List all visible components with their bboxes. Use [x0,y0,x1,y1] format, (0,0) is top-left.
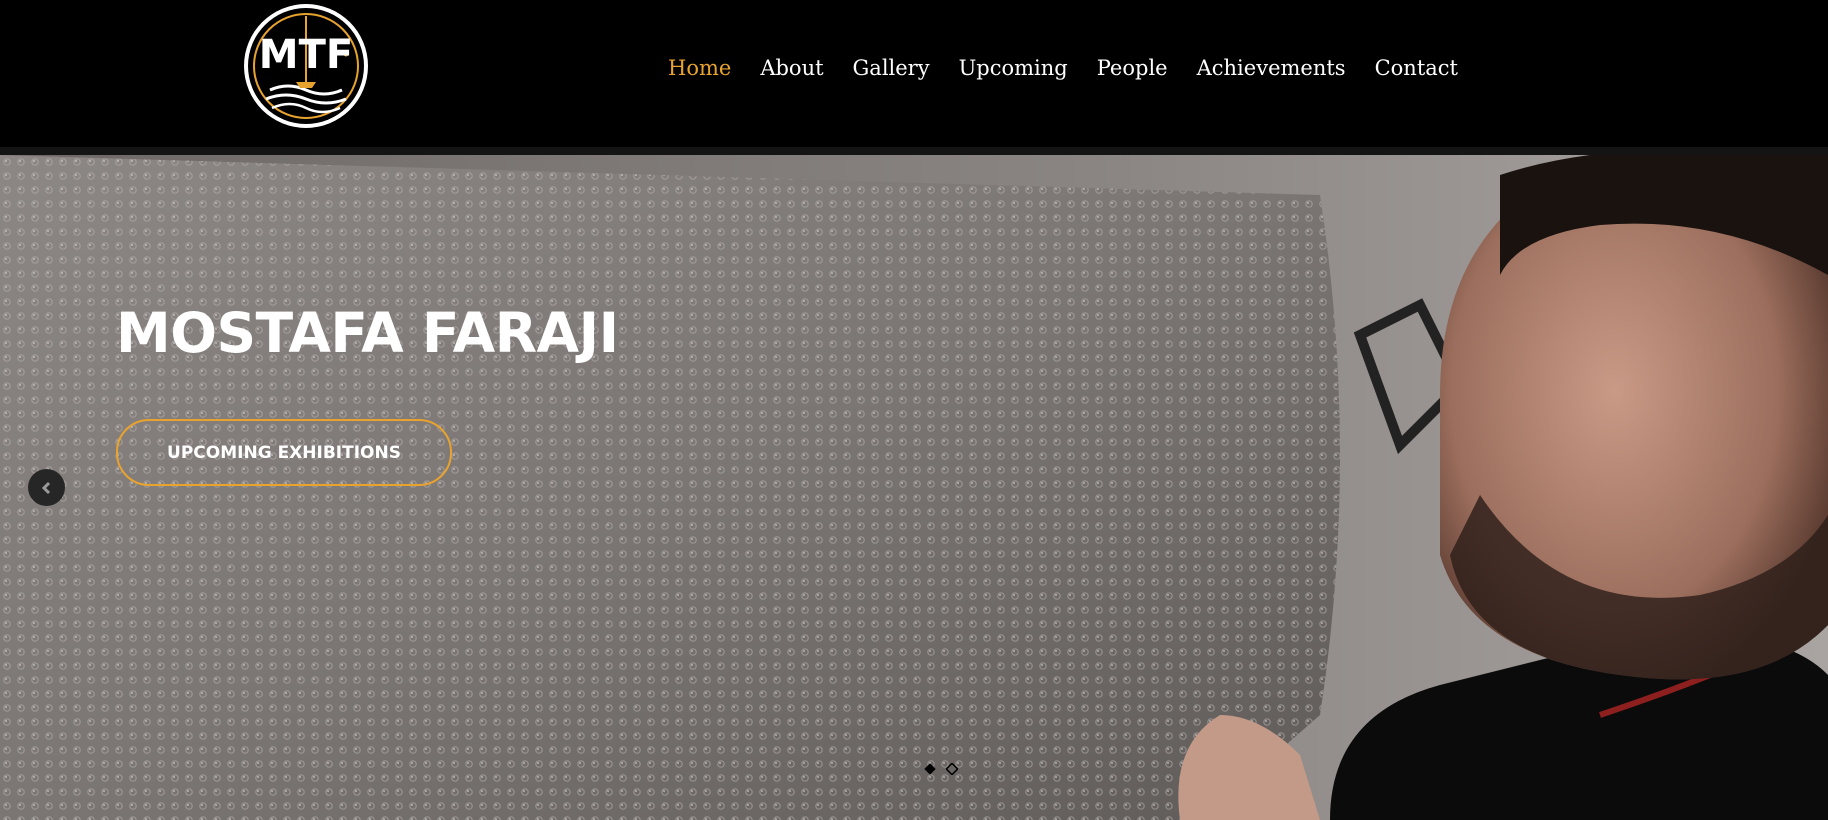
chevron-left-icon [41,481,50,494]
main-nav: Home About Gallery Upcoming People Achie… [668,48,1487,88]
nav-gallery[interactable]: Gallery [853,56,930,80]
site-logo[interactable]: MTF [240,2,372,134]
nav-home[interactable]: Home [668,56,731,80]
logo-emblem-icon: MTF [244,4,368,128]
hero-slideshow: MOSTAFA FARAJI UPCOMING EXHIBITIONS [0,155,1828,820]
slide-dot-active[interactable] [924,763,936,775]
slide-indicators [924,763,958,775]
header-divider [0,147,1828,155]
nav-contact[interactable]: Contact [1375,56,1458,80]
nav-upcoming[interactable]: Upcoming [959,56,1068,80]
slide-prev-button[interactable] [28,469,65,506]
nav-about[interactable]: About [760,56,823,80]
logo-monogram: MTF [259,32,353,78]
slide-dot[interactable] [946,763,958,775]
hero-background-image [0,155,1828,820]
site-header: MTF Home About Gallery Upcoming People A… [0,0,1828,147]
upcoming-exhibitions-button[interactable]: UPCOMING EXHIBITIONS [116,419,452,486]
hero-title: MOSTAFA FARAJI [116,301,619,365]
nav-achievements[interactable]: Achievements [1197,56,1346,80]
nav-people[interactable]: People [1097,56,1168,80]
